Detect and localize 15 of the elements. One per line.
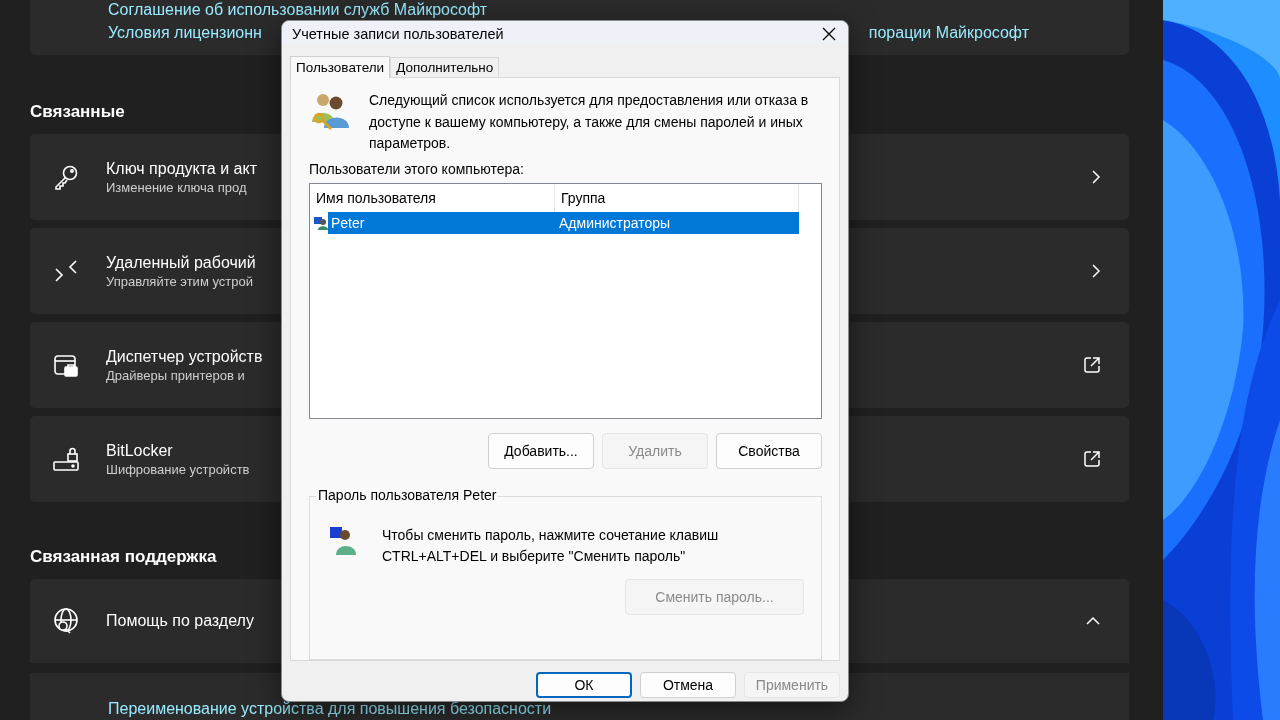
- card-title: Удаленный рабочий: [106, 253, 256, 272]
- password-hint: Чтобы сменить пароль, нажмите сочетание клавиш CTRL+ALT+DEL и выберите "Сменить пароль": [382, 525, 720, 566]
- card-subtitle: Драйверы принтеров и: [106, 367, 245, 383]
- card-title: BitLocker: [106, 441, 173, 460]
- intro-text: Следующий список используется для предоставления или отказа в доступе к вашему компьютеру, а также для смены паролей и иных параметров.: [369, 91, 809, 153]
- list-label: Пользователи этого компьютера:: [309, 160, 525, 177]
- section-heading: Связанная поддержка: [30, 546, 217, 568]
- card-subtitle: Шифрование устройств: [106, 461, 250, 477]
- card-title: Диспетчер устройств: [106, 347, 263, 366]
- card-title: Помощь по разделу: [106, 612, 254, 630]
- section-heading: Связанные: [30, 101, 125, 123]
- card-title: Ключ продукта и акт: [106, 159, 257, 178]
- card-subtitle: Управляйте этим устрой: [106, 273, 253, 289]
- card-subtitle: Изменение ключа прод: [106, 179, 247, 195]
- window-title: Учетные записи пользователей: [292, 26, 504, 42]
